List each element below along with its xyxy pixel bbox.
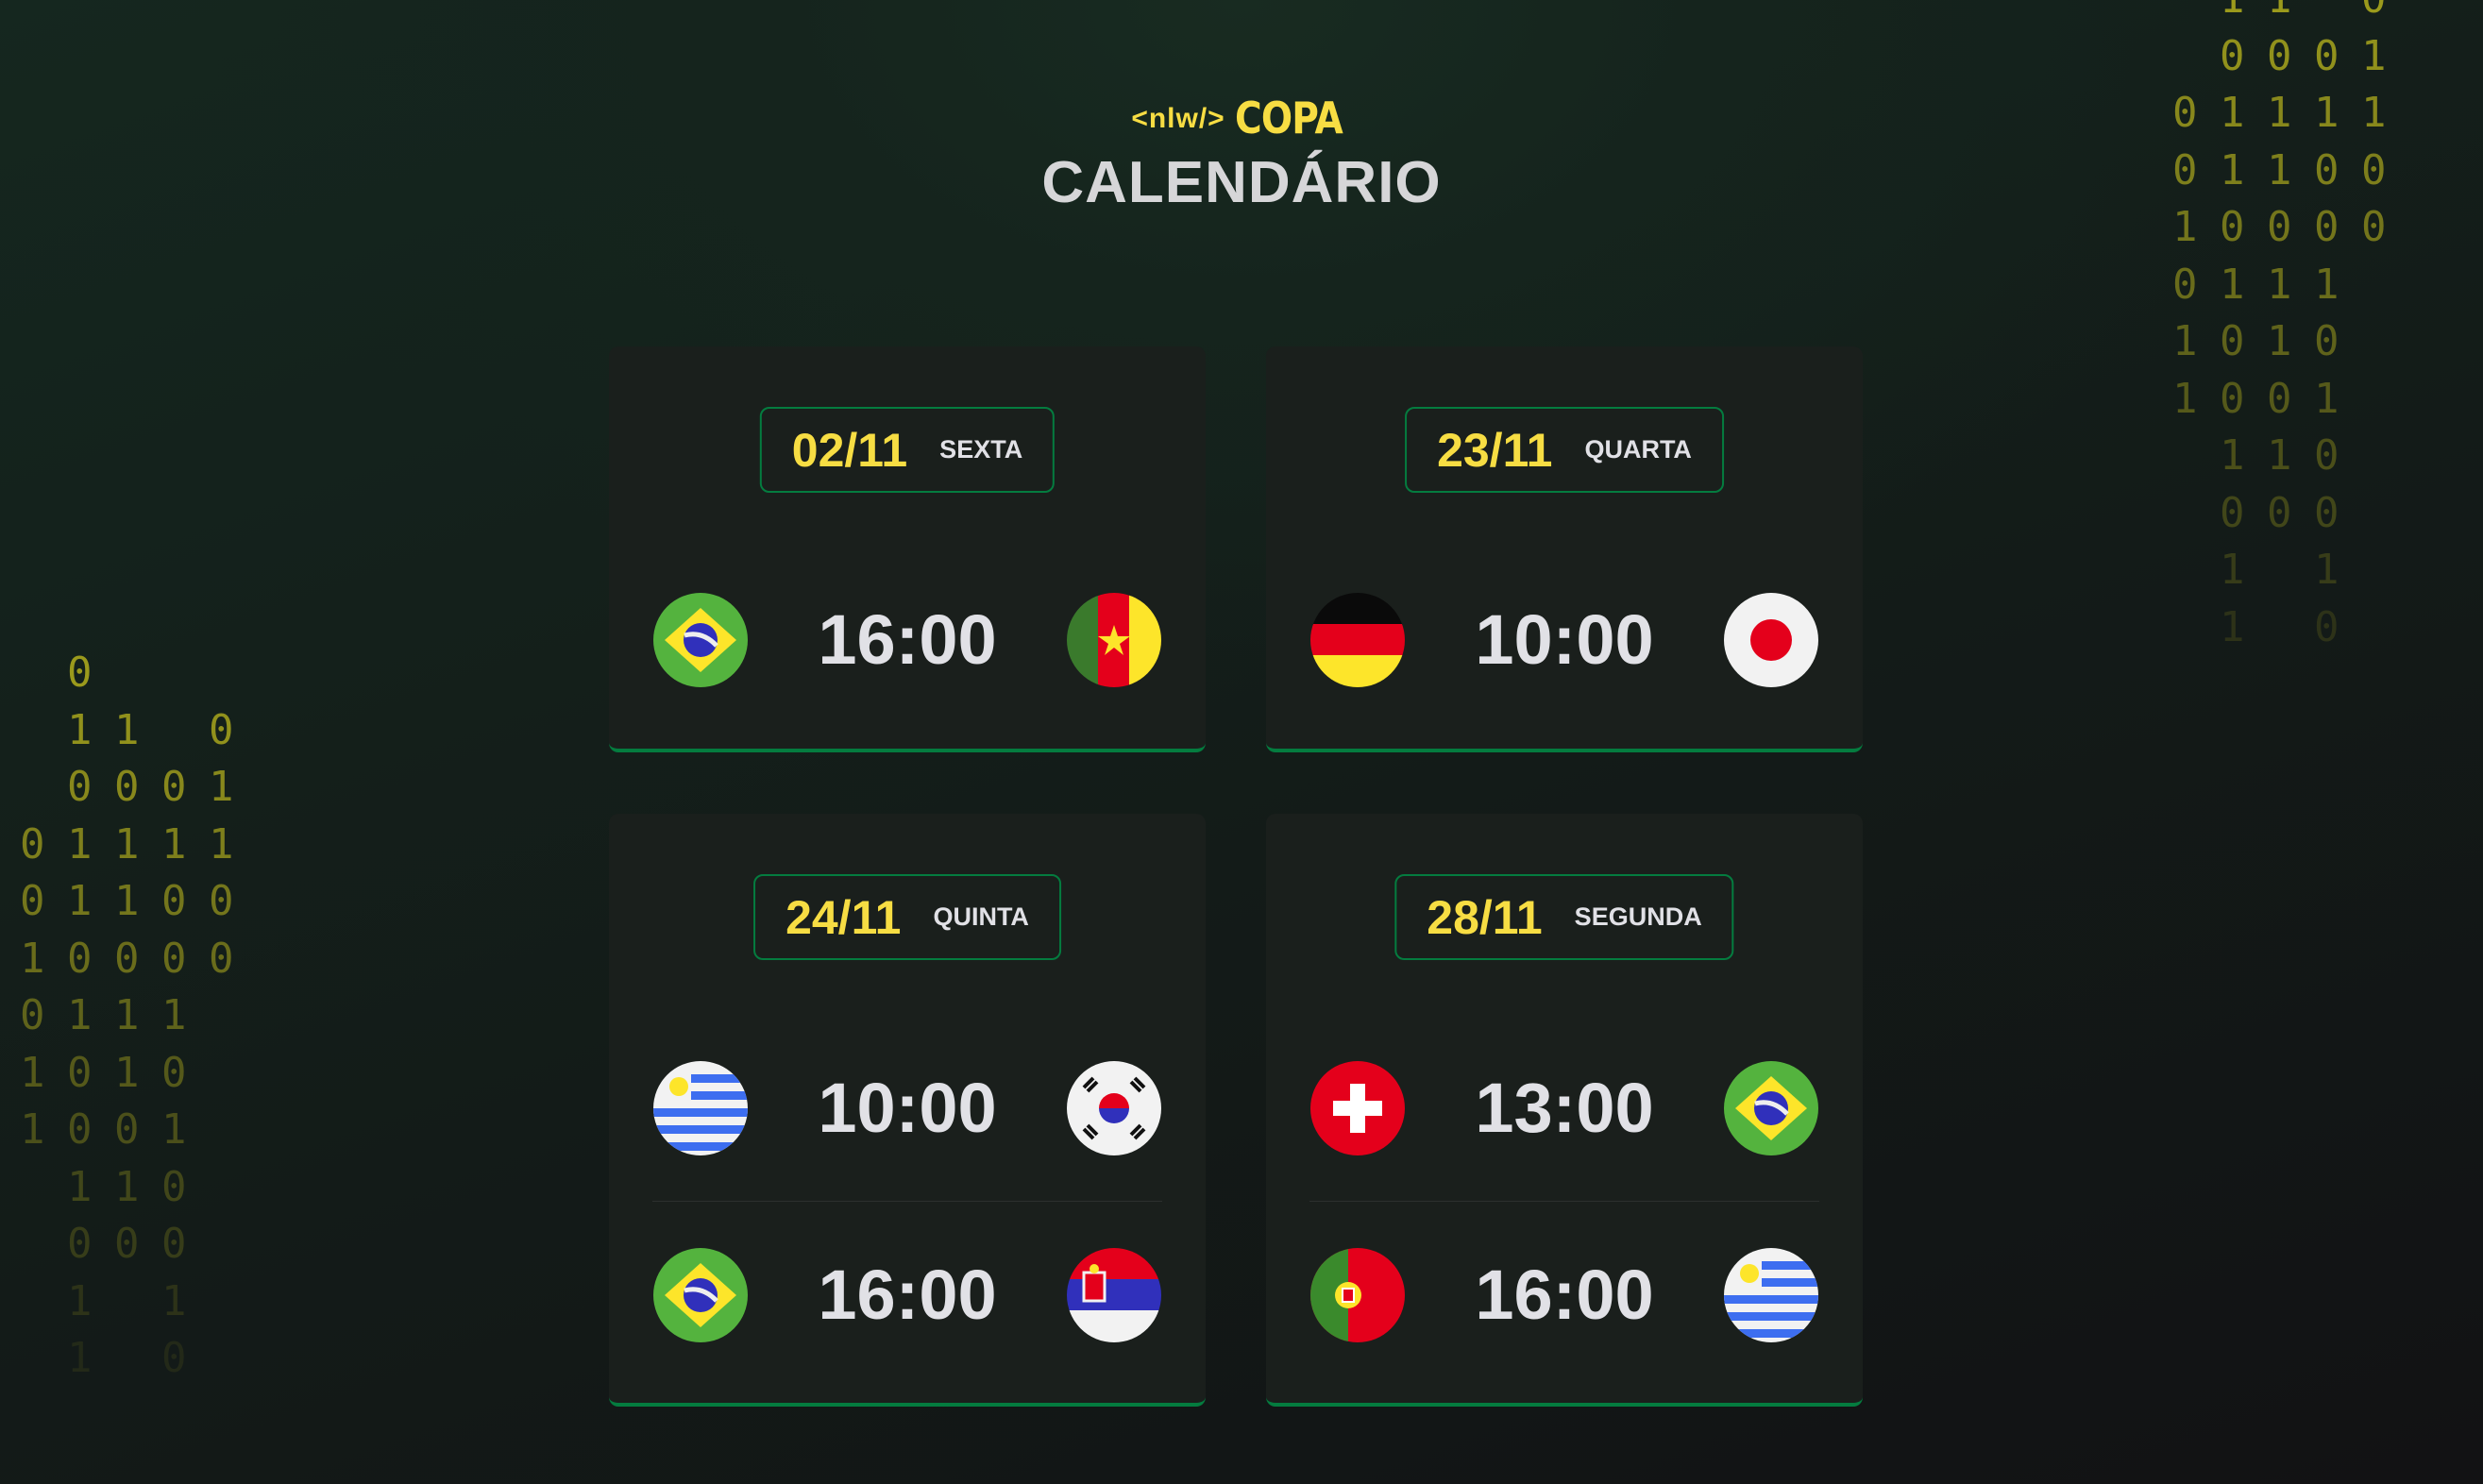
match-row: 16:00 (1266, 1248, 1863, 1342)
match-weekday: SEXTA (939, 435, 1023, 464)
match-weekday: QUARTA (1584, 435, 1692, 464)
binary-row: 11 0 (2172, 0, 2408, 28)
match-day-card: 02/11 SEXTA 16:00 (609, 346, 1206, 752)
binary-row: 1 1 (20, 1276, 256, 1325)
match-date: 24/11 (785, 890, 902, 944)
binary-row: 0001 (2172, 31, 2408, 80)
match-weekday: QUINTA (933, 902, 1029, 931)
binary-row: 10000 (20, 934, 256, 983)
nlw-copa-logo: <nlw/> COPA (0, 93, 2483, 143)
japan-flag-icon (1724, 593, 1818, 687)
logo-word: COPA (1234, 93, 1343, 143)
match-day-card: 24/11 QUINTA 10:00 16:00 (609, 814, 1206, 1407)
match-weekday: SEGUNDA (1574, 902, 1702, 931)
binary-row: 0111 (20, 991, 256, 1039)
binary-row: 110 (20, 1162, 256, 1211)
binary-row: 1 1 (2172, 546, 2408, 594)
binary-row: 1 0 (20, 1334, 256, 1382)
binary-row: 1 0 (2172, 602, 2408, 651)
binary-row: 110 (2172, 431, 2408, 480)
match-row: 13:00 (1266, 1061, 1863, 1155)
binary-row: 0111 (2172, 260, 2408, 309)
match-date: 28/11 (1427, 890, 1543, 944)
binary-row: 1010 (2172, 317, 2408, 365)
date-badge: 02/11 SEXTA (759, 407, 1056, 493)
match-row: 16:00 (609, 1248, 1206, 1342)
cameroon-flag-icon (1067, 593, 1161, 687)
match-day-card: 23/11 QUARTA 10:00 (1266, 346, 1863, 752)
match-date: 02/11 (791, 423, 908, 477)
match-date: 23/11 (1437, 423, 1553, 477)
binary-row: 1001 (20, 1105, 256, 1154)
binary-row: 11 0 (20, 705, 256, 754)
date-badge: 28/11 SEGUNDA (1394, 874, 1734, 960)
serbia-flag-icon (1067, 1248, 1161, 1342)
date-badge: 23/11 QUARTA (1405, 407, 1724, 493)
match-row: 16:00 (609, 593, 1206, 687)
binary-row: 000 (20, 1220, 256, 1268)
uruguay-flag-icon (1724, 1248, 1818, 1342)
match-row: 10:00 (609, 1061, 1206, 1155)
page-title: CALENDÁRIO (1041, 150, 1442, 215)
match-row: 10:00 (1266, 593, 1863, 687)
binary-row: 1010 (20, 1048, 256, 1097)
south-korea-flag-icon (1067, 1061, 1161, 1155)
binary-row: 000 (2172, 488, 2408, 537)
match-divider (1309, 1201, 1819, 1202)
match-day-card: 28/11 SEGUNDA 13:00 16:00 (1266, 814, 1863, 1407)
binary-decoration-left: 0 11 0 0001 01111 01100 10000 0111 1010 1001… (20, 645, 256, 1388)
logo-prefix: <nlw/> (1131, 103, 1225, 134)
date-badge: 24/11 QUINTA (753, 874, 1061, 960)
binary-row: 01111 (20, 819, 256, 868)
binary-row: 1001 (2172, 374, 2408, 423)
binary-row: 01100 (20, 877, 256, 925)
brazil-flag-icon (1724, 1061, 1818, 1155)
binary-row: 0001 (20, 763, 256, 811)
match-divider (652, 1201, 1162, 1202)
binary-row: 0 (20, 649, 256, 697)
